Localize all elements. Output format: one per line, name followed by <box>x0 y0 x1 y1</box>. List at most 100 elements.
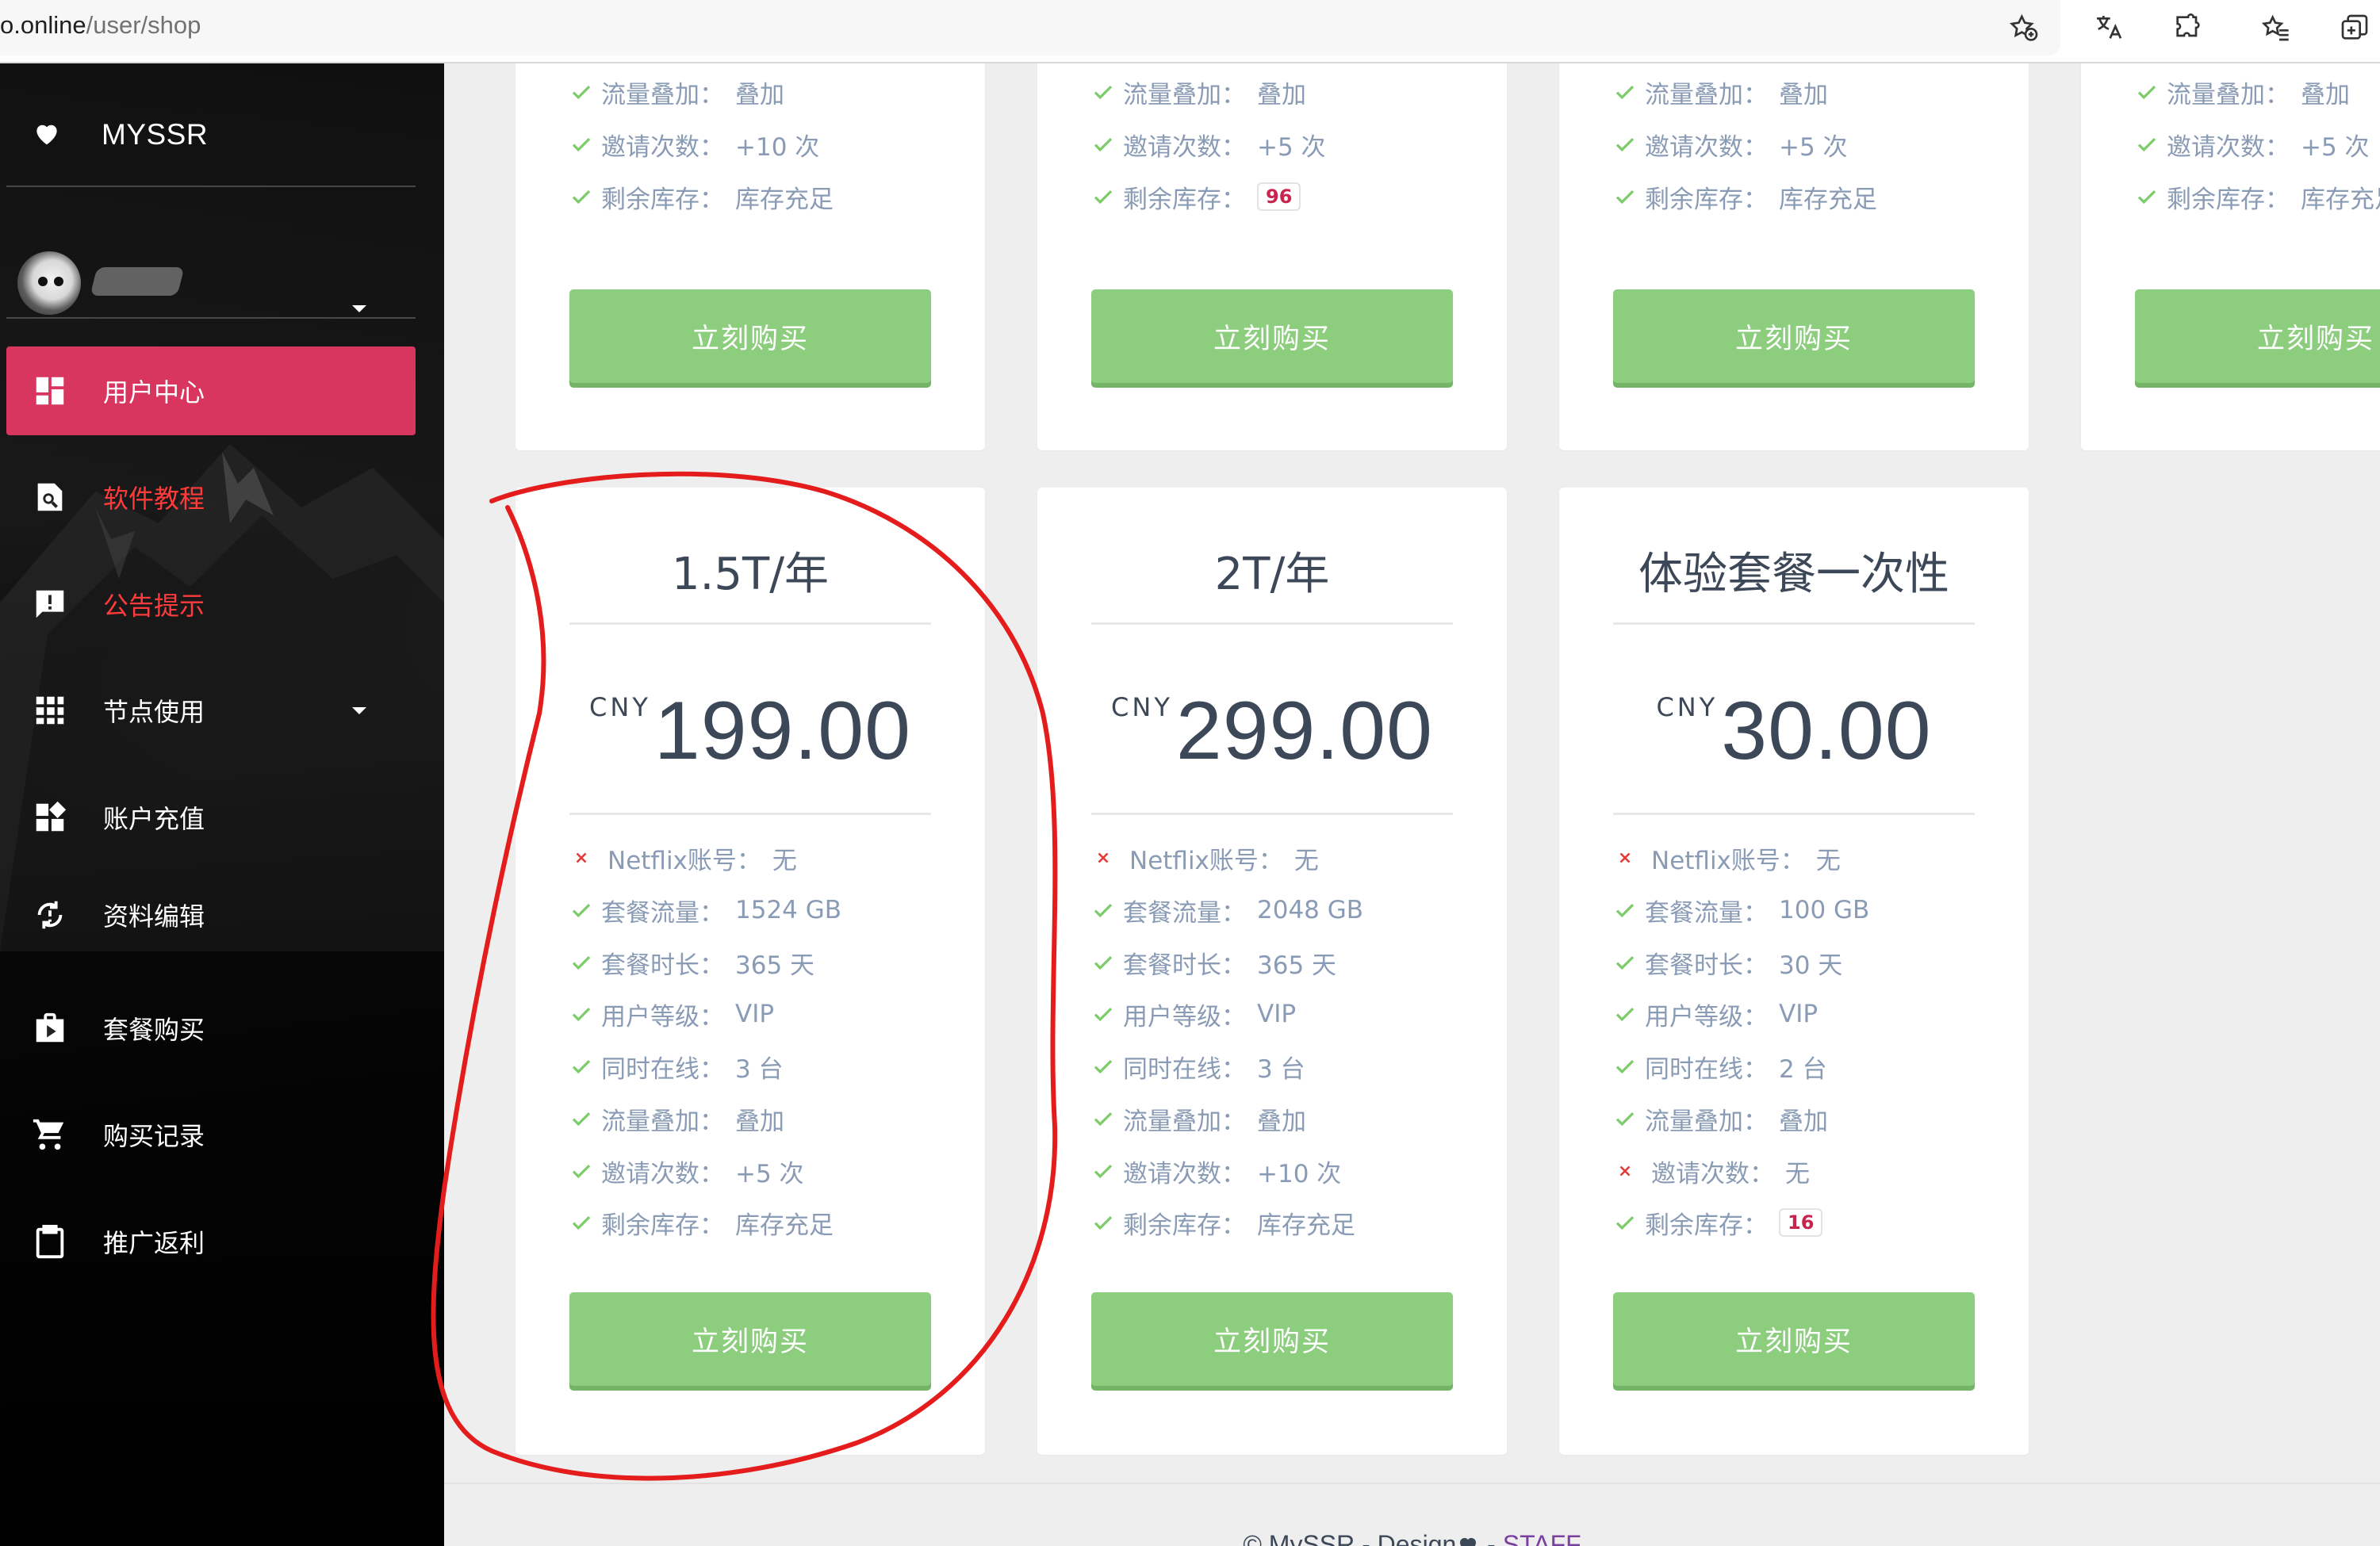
address-bar[interactable]: o.online/user/shop <box>0 0 2060 55</box>
user-menu[interactable] <box>17 218 414 321</box>
url-text[interactable]: o.online/user/shop <box>0 11 201 40</box>
check-icon <box>1613 1211 1645 1234</box>
feature-item: 套餐时长： 365 天 <box>1091 945 1336 980</box>
check-icon <box>1091 898 1123 922</box>
staff-link[interactable]: STAFF <box>1503 1530 1581 1546</box>
plan-card-1-5t: 1.5T/年 CNY199.00 Netflix账号：无 套餐流量： 1524 G… <box>515 488 985 1455</box>
feature-item: 剩余库存：库存充足 <box>1613 179 1877 214</box>
feature-item: 套餐时长： 365 天 <box>569 945 814 980</box>
footer-separator: - <box>1480 1530 1503 1546</box>
sidebar-item-label: 软件教程 <box>103 484 205 514</box>
sidebar-item-referral[interactable]: 推广返利 <box>6 1197 416 1286</box>
check-icon <box>569 1159 601 1183</box>
stock-badge: 16 <box>1779 1208 1823 1237</box>
search-doc-icon <box>30 477 70 517</box>
check-icon <box>1613 1054 1645 1078</box>
sidebar-item-profile-edit[interactable]: 资料编辑 <box>6 871 416 959</box>
feature-item: 邀请次数： +5 次 <box>569 1154 804 1188</box>
cross-icon <box>1091 849 1123 867</box>
favorites-icon[interactable] <box>2257 10 2294 46</box>
divider <box>1613 813 1975 815</box>
browser-toolbar: o.online/user/shop <box>0 0 2380 63</box>
dashboard-icon <box>30 371 70 411</box>
feature-item: Netflix账号：无 <box>569 840 797 875</box>
check-icon <box>1613 80 1645 104</box>
plan-card-top-3: 流量叠加： 叠加 邀请次数： +5 次 剩余库存： 库存充足 立刻购买 <box>1559 63 2029 450</box>
feature-item: 套餐流量： 1524 GB <box>569 893 841 928</box>
check-icon <box>1613 951 1645 974</box>
check-icon <box>1091 1107 1123 1131</box>
plan-card-top-1: 流量叠加： 叠加 邀请次数： +10 次 剩余库存： 库存充足 立刻购买 <box>515 63 985 450</box>
plan-title: 体验套餐一次性 <box>1638 549 1949 600</box>
sidebar-item-label: 套餐购买 <box>103 1015 205 1045</box>
feature-item: Netflix账号：无 <box>1091 840 1319 875</box>
sidebar-item-user-center[interactable]: 用户中心 <box>6 346 416 435</box>
feature-item: 流量叠加： 叠加 <box>569 75 784 109</box>
sidebar-item-plan-purchase[interactable]: 套餐购买 <box>6 984 416 1073</box>
check-icon <box>569 80 601 104</box>
divider <box>6 186 416 187</box>
sidebar-item-label: 用户中心 <box>103 377 205 408</box>
username-redacted <box>90 267 185 296</box>
divider <box>1613 622 1975 625</box>
buy-now-button[interactable]: 立刻购买 <box>1613 289 1975 383</box>
sidebar-item-label: 节点使用 <box>103 697 205 727</box>
plan-price: CNY199.00 <box>589 685 911 777</box>
collections-icon[interactable] <box>2336 10 2373 46</box>
plan-price: CNY299.00 <box>1111 685 1433 777</box>
plan-price: CNY30.00 <box>1656 685 1932 777</box>
buy-now-button[interactable]: 立刻购买 <box>1091 1292 1453 1386</box>
feature-item: 套餐时长： 30 天 <box>1613 945 1842 980</box>
announcement-icon <box>30 584 70 624</box>
buy-now-button[interactable]: 立刻购买 <box>569 289 931 383</box>
feature-item: 同时在线： 2 台 <box>1613 1049 1827 1084</box>
buy-now-button[interactable]: 立刻购买 <box>569 1292 931 1386</box>
translate-icon[interactable] <box>2091 10 2127 46</box>
buy-now-button[interactable]: 立刻购买 <box>2135 289 2380 383</box>
grid-icon <box>30 691 70 730</box>
feature-item: 邀请次数： +5 次 <box>2135 127 2370 162</box>
divider <box>569 813 931 815</box>
sidebar-item-node-usage[interactable]: 节点使用 <box>6 666 416 755</box>
sidebar-item-label: 推广返利 <box>103 1228 205 1258</box>
sidebar-item-account-recharge[interactable]: 账户充值 <box>6 773 416 862</box>
check-icon <box>569 898 601 922</box>
check-icon <box>1091 1159 1123 1183</box>
star-add-icon[interactable] <box>2005 10 2041 46</box>
sync-alert-icon <box>30 895 70 935</box>
feature-item: 流量叠加： 叠加 <box>1091 1101 1306 1136</box>
check-icon <box>2135 80 2167 104</box>
sidebar-item-label: 购买记录 <box>103 1121 205 1151</box>
brand-name: MYSSR <box>102 118 209 151</box>
feature-item: 邀请次数：无 <box>1613 1154 1810 1188</box>
buy-now-button[interactable]: 立刻购买 <box>1613 1292 1975 1386</box>
check-icon <box>1613 1107 1645 1131</box>
feature-item: 邀请次数： +5 次 <box>1091 127 1326 162</box>
extensions-icon[interactable] <box>2170 10 2206 46</box>
cross-icon <box>1613 849 1645 867</box>
buy-now-button[interactable]: 立刻购买 <box>1091 289 1453 383</box>
feature-item: 流量叠加： 叠加 <box>2135 75 2350 109</box>
divider <box>569 622 931 625</box>
feature-item: 用户等级： VIP <box>1091 997 1296 1031</box>
feature-item: 剩余库存：库存充足 <box>2135 179 2380 214</box>
sidebar-item-purchase-history[interactable]: 购买记录 <box>6 1090 416 1179</box>
check-icon <box>569 1002 601 1026</box>
check-icon <box>569 1054 601 1078</box>
check-icon <box>1613 1002 1645 1026</box>
main-content: 流量叠加： 叠加 邀请次数： +10 次 剩余库存： 库存充足 立刻购买 流量叠加：叠… <box>444 63 2380 1546</box>
feature-item: 剩余库存：库存充足 <box>569 1205 834 1240</box>
plan-card-top-2: 流量叠加： 叠加 邀请次数： +5 次 剩余库存： 96 立刻购买 <box>1037 63 1507 450</box>
sidebar-item-software-tutorial[interactable]: 软件教程 <box>6 453 416 541</box>
feature-item: 邀请次数： +10 次 <box>569 127 819 162</box>
plan-title: 1.5T/年 <box>671 549 830 600</box>
stock-badge: 96 <box>1257 182 1301 211</box>
check-icon <box>569 132 601 156</box>
sidebar-item-announcements[interactable]: 公告提示 <box>6 560 416 649</box>
clipboard-icon <box>30 1222 70 1261</box>
brand[interactable]: MYSSR <box>32 111 208 159</box>
check-icon <box>569 185 601 209</box>
feature-item: 套餐流量： 100 GB <box>1613 893 1869 928</box>
sidebar: MYSSR 用户中心 软件教程 公告提示 节点使用 账户充值 资料编辑 套餐购买… <box>0 63 444 1546</box>
check-icon <box>1091 80 1123 104</box>
